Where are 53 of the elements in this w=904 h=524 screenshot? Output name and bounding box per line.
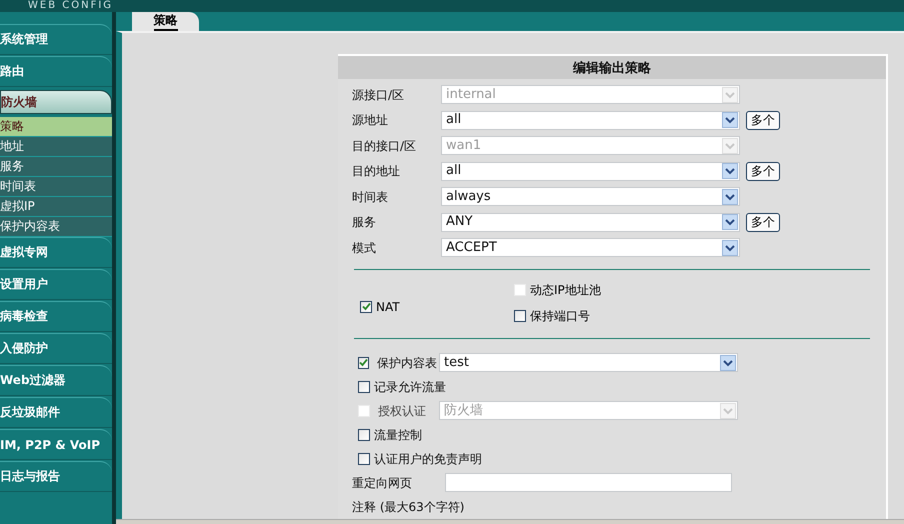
checkbox-label: NAT [376,300,400,314]
multiple-button[interactable]: 多个 [746,162,780,181]
multiple-button[interactable]: 多个 [746,212,780,232]
checkbox[interactable] [514,310,526,322]
sidebar-group[interactable]: 路由 [0,56,112,87]
sidebar-group[interactable]: IM, P2P & VoIP [0,429,112,460]
dropdown[interactable]: ACCEPT [441,238,740,258]
panel-title: 编辑输出策略 [338,56,886,79]
field-label: 时间表 [352,190,389,204]
sidebar-item[interactable]: 虚拟IP [0,197,112,217]
dropdown[interactable]: all [441,110,740,130]
field-label: 源地址 [352,113,389,128]
sidebar-item[interactable]: 保护内容表 [0,217,112,237]
sidebar-group[interactable]: Web过滤器 [0,365,112,396]
dropdown[interactable]: ANY [441,212,740,232]
checkbox-label: 流量控制 [374,428,422,442]
checkbox[interactable] [358,356,369,368]
field-label: 源接口/区 [352,88,406,102]
sidebar-item[interactable]: 服务 [0,157,112,177]
field-label: 目的地址 [352,164,401,178]
input-field[interactable] [445,473,732,492]
checkbox[interactable] [358,428,370,440]
checkbox-label: 保护内容表 [377,356,437,370]
sidebar-item[interactable]: 地址 [0,137,112,157]
checkbox-label: 动态IP地址池 [530,282,601,298]
comment-label: 注释 (最大63个字符) [352,500,464,514]
checkbox-label: 保持端口号 [530,308,590,324]
sidebar-group[interactable]: 日志与报告 [0,461,112,492]
checkbox-label: 认证用户的免责声明 [374,452,482,466]
logo-text: WEB CONFIG [28,0,114,12]
sidebar-group[interactable]: 病毒检查 [0,301,112,332]
dropdown[interactable]: all [441,162,740,181]
checkbox[interactable] [358,380,370,392]
dropdown[interactable]: test [439,353,738,372]
sidebar-group[interactable]: 反垃圾邮件 [0,397,112,428]
dropdown[interactable]: always [441,187,740,206]
tab[interactable]: 策略 [132,12,199,31]
field-label: 目的接口/区 [352,138,418,153]
checkbox[interactable] [358,452,370,464]
checkbox-label: 授权认证 [378,404,426,418]
multiple-button[interactable]: 多个 [746,110,780,130]
sidebar-item[interactable]: 时间表 [0,177,112,197]
sidebar-group[interactable]: 入侵防护 [0,333,112,364]
field-label: 服务 [352,215,377,230]
field-label: 模式 [352,240,377,255]
sidebar-item[interactable]: 策略 [0,117,112,137]
sidebar-group[interactable]: 设置用户 [0,269,112,300]
sidebar-group[interactable]: 防火墙 [0,90,112,114]
field-label: 重定向网页 [352,476,413,490]
sidebar-group[interactable]: 虚拟专网 [0,237,112,268]
checkbox-label: 记录允许流量 [374,380,446,394]
sidebar-group[interactable]: 系统管理 [0,24,112,55]
checkbox[interactable] [360,300,372,312]
